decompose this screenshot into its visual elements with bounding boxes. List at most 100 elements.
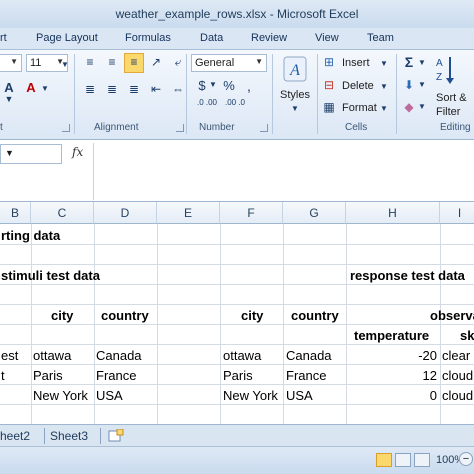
cell-c7[interactable]: Paris: [33, 368, 63, 383]
chevron-down-icon[interactable]: ▼: [209, 80, 217, 89]
column-header-d[interactable]: D: [94, 202, 157, 224]
chevron-down-icon[interactable]: ▼: [418, 102, 426, 111]
insert-function-icon[interactable]: fx: [72, 145, 83, 159]
delete-cells-button[interactable]: ⊟ Delete ▼: [322, 78, 388, 96]
styles-button[interactable]: A Styles ▼: [276, 54, 314, 118]
sheet-tab-sheet2[interactable]: heet2: [0, 429, 30, 443]
cell-d7[interactable]: France: [96, 368, 136, 383]
cell-f7[interactable]: Paris: [223, 368, 253, 383]
cell-c8[interactable]: New York: [33, 388, 88, 403]
cell-b6[interactable]: est: [1, 348, 18, 363]
format-cells-button[interactable]: ▦ Format ▼: [322, 100, 388, 118]
tab-formulas[interactable]: Formulas: [125, 32, 171, 44]
sort-filter-icon: A Z: [436, 57, 454, 84]
page-layout-view-button[interactable]: [395, 453, 411, 467]
tab-insert[interactable]: rt: [0, 32, 7, 44]
cell-i8[interactable]: cloud: [442, 388, 473, 403]
cell-i5[interactable]: sk: [460, 328, 474, 343]
font-tail-icon[interactable]: A: [2, 80, 16, 95]
grid-line: [0, 384, 474, 385]
chevron-down-icon[interactable]: ▼: [5, 148, 14, 158]
sheet-tab-sheet3[interactable]: Sheet3: [50, 429, 88, 443]
tab-team[interactable]: Team: [367, 32, 394, 44]
normal-view-button[interactable]: [376, 453, 392, 467]
cell-g4[interactable]: country: [291, 308, 339, 323]
cell-h6[interactable]: -20: [346, 348, 437, 363]
cell-h4[interactable]: observa: [430, 308, 474, 323]
decrease-indent-icon[interactable]: ⇤: [148, 82, 164, 96]
font-dialog-launcher-icon[interactable]: [62, 124, 70, 132]
sort-filter-button[interactable]: A Z Sort & Filter: [432, 54, 474, 120]
tab-review[interactable]: Review: [251, 32, 287, 44]
grid-line: [0, 284, 474, 285]
cell-b1[interactable]: rting data: [1, 228, 60, 243]
cell-g7[interactable]: France: [286, 368, 326, 383]
ribbon-tabs: rt Page Layout Formulas Data Review View…: [0, 28, 474, 50]
page-break-view-button[interactable]: [414, 453, 430, 467]
cell-b3[interactable]: stimuli test data: [1, 268, 100, 283]
number-dialog-launcher-icon[interactable]: [260, 124, 268, 132]
cell-i6[interactable]: clear: [442, 348, 470, 363]
column-header-f[interactable]: F: [220, 202, 283, 224]
font-color-icon[interactable]: A: [22, 80, 40, 95]
svg-text:Z: Z: [436, 72, 442, 83]
increase-decimal-icon[interactable]: .0 .00: [196, 98, 218, 107]
cell-b7[interactable]: t: [1, 368, 5, 383]
tab-view[interactable]: View: [315, 32, 339, 44]
tab-page-layout[interactable]: Page Layout: [36, 32, 98, 44]
cell-d4[interactable]: country: [101, 308, 149, 323]
worksheet-grid[interactable]: B C D E F G H I rting data stimuli test …: [0, 202, 474, 424]
align-top-icon[interactable]: ≡: [82, 55, 98, 69]
insert-sheet-icon[interactable]: [108, 429, 124, 443]
title-bar: weather_example_rows.xlsx - Microsoft Ex…: [0, 0, 474, 28]
align-left-icon[interactable]: ≣: [82, 82, 98, 96]
clear-icon[interactable]: ◆: [402, 100, 416, 114]
cell-i7[interactable]: cloud: [442, 368, 473, 383]
cell-f8[interactable]: New York: [223, 388, 278, 403]
align-bottom-icon[interactable]: ≡: [126, 55, 142, 69]
comma-style-icon[interactable]: ,: [244, 78, 254, 94]
percent-icon[interactable]: %: [222, 78, 236, 93]
chevron-down-icon[interactable]: ▼: [60, 60, 70, 69]
cell-h7[interactable]: 12: [346, 368, 437, 383]
column-header-g[interactable]: G: [283, 202, 346, 224]
cell-g6[interactable]: Canada: [286, 348, 332, 363]
column-header-h[interactable]: H: [346, 202, 440, 224]
align-middle-icon[interactable]: ≡: [104, 55, 120, 69]
zoom-out-button[interactable]: −: [459, 452, 473, 466]
column-header-c[interactable]: C: [31, 202, 94, 224]
cell-g8[interactable]: USA: [286, 388, 313, 403]
decrease-decimal-icon[interactable]: .00 .0: [224, 98, 246, 107]
number-format-dropdown[interactable]: General ▼: [191, 54, 267, 72]
alignment-dialog-launcher-icon[interactable]: [176, 124, 184, 132]
cell-h8[interactable]: 0: [346, 388, 437, 403]
chevron-down-icon[interactable]: ▼: [40, 84, 50, 93]
cell-d6[interactable]: Canada: [96, 348, 142, 363]
align-right-icon[interactable]: ≣: [126, 82, 142, 96]
align-center-icon[interactable]: ≣: [104, 82, 120, 96]
cell-c4[interactable]: city: [51, 308, 73, 323]
column-header-e[interactable]: E: [157, 202, 220, 224]
autosum-icon[interactable]: Σ: [402, 54, 416, 70]
name-box[interactable]: ▼: [0, 144, 62, 164]
wrap-text-icon[interactable]: ⤶: [170, 55, 186, 70]
cell-d8[interactable]: USA: [96, 388, 123, 403]
chevron-down-icon[interactable]: ▼: [418, 80, 426, 89]
cell-f4[interactable]: city: [241, 308, 263, 323]
cell-h5[interactable]: temperature: [354, 328, 429, 343]
font-name-dropdown[interactable]: ▼: [0, 54, 22, 72]
chevron-down-icon[interactable]: ▼: [418, 58, 426, 67]
cell-c6[interactable]: ottawa: [33, 348, 71, 363]
insert-cells-button[interactable]: ⊞ Insert ▼: [322, 55, 388, 73]
fill-icon[interactable]: ⬇: [402, 78, 416, 92]
cell-f6[interactable]: ottawa: [223, 348, 261, 363]
tab-data[interactable]: Data: [200, 32, 223, 44]
orientation-icon[interactable]: ↗: [148, 55, 164, 69]
column-header-i[interactable]: I: [440, 202, 474, 224]
cell-h3[interactable]: response test data: [350, 268, 465, 283]
column-header-b[interactable]: B: [0, 202, 31, 224]
merge-center-icon[interactable]: ⇔: [170, 82, 186, 96]
chevron-down-icon[interactable]: ▼: [2, 94, 16, 104]
currency-icon[interactable]: $: [196, 78, 208, 93]
formula-input[interactable]: [93, 143, 474, 200]
